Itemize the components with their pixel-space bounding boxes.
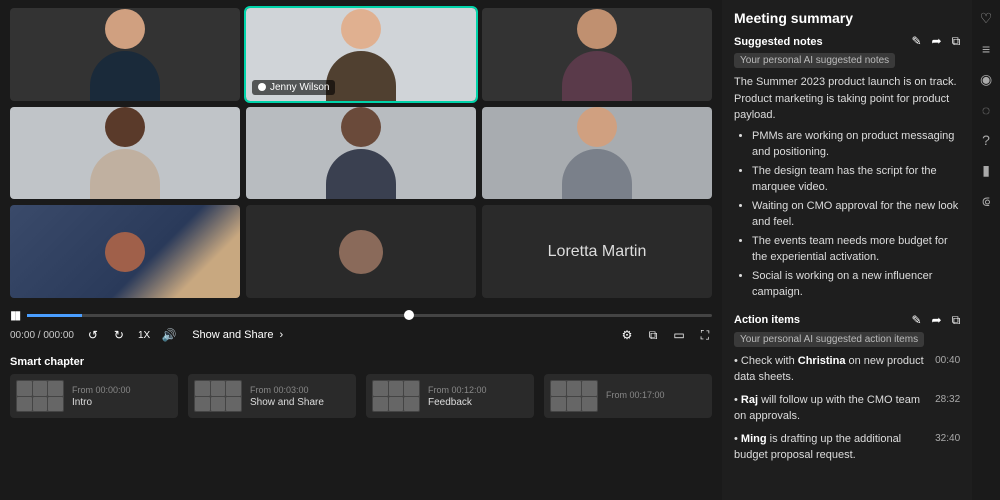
app-window: Jenny Wilson Loretta Martin ▮▮ 00:00 / 0… [0, 0, 1000, 500]
ai-notes-badge: Your personal AI suggested notes [734, 53, 895, 68]
seek-slider[interactable] [27, 314, 712, 317]
share-icon[interactable]: ➦ [932, 313, 942, 328]
summary-title: Meeting summary [734, 10, 853, 26]
chapter-from: From 00:12:00 [428, 385, 487, 395]
chapter-thumbnail [550, 380, 598, 412]
notes-paragraph: The Summer 2023 product launch is on tra… [734, 74, 960, 124]
video-grid: Jenny Wilson Loretta Martin [10, 8, 712, 298]
timeline-row: ▮▮ [10, 308, 712, 322]
chapter-thumbnail [372, 380, 420, 412]
actions-heading: Action items [734, 314, 800, 326]
chapters-heading: Smart chapter [10, 356, 712, 368]
action-item: • Check with Christina on new product da… [734, 353, 960, 386]
note-bullet: PMMs are working on product messaging an… [752, 128, 960, 161]
action-timestamp[interactable]: 28:32 [935, 392, 960, 425]
action-timestamp[interactable]: 00:40 [935, 353, 960, 386]
smart-chapters: Smart chapter From 00:00:00IntroFrom 00:… [10, 356, 712, 418]
right-rail: ♡ ≡ ◉ ◌ ? ▮ ⟃ [972, 0, 1000, 500]
note-bullet: Waiting on CMO approval for the new look… [752, 198, 960, 231]
video-tile[interactable] [10, 107, 240, 200]
edit-icon[interactable]: ✎ [911, 313, 921, 328]
video-tile[interactable] [246, 107, 476, 200]
time-display: 00:00 / 000:00 [10, 330, 74, 341]
copy-icon[interactable]: ⧉ [952, 34, 961, 49]
chapter-from: From 00:03:00 [250, 385, 324, 395]
notes-heading: Suggested notes [734, 36, 823, 48]
people-icon[interactable]: ◉ [980, 71, 992, 88]
edit-icon[interactable]: ✎ [911, 34, 921, 49]
chapter-name: Intro [72, 397, 131, 408]
chevron-right-icon: › [280, 329, 284, 341]
participant-name: Loretta Martin [548, 243, 647, 261]
stats-icon[interactable]: ▮ [982, 162, 990, 179]
help-icon[interactable]: ? [982, 132, 990, 148]
chapter-chip[interactable]: From 00:00:00 Intro [10, 374, 178, 418]
lightbulb-icon[interactable]: ♡ [980, 10, 993, 27]
speed-button[interactable]: 1X [138, 330, 150, 341]
chapter-name: Feedback [428, 397, 487, 408]
name-tag: Jenny Wilson [252, 80, 335, 95]
video-tile[interactable] [482, 107, 712, 200]
action-items-list: • Check with Christina on new product da… [734, 353, 960, 464]
settings-button[interactable]: ⚙ [620, 328, 634, 342]
mic-icon [258, 83, 266, 91]
action-item: • Ming is drafting up the additional bud… [734, 431, 960, 464]
chapter-chip[interactable]: From 00:03:00 Show and Share [188, 374, 356, 418]
video-tile[interactable] [482, 8, 712, 101]
note-bullet: Social is working on a new influencer ca… [752, 268, 960, 301]
share-icon[interactable]: ➦ [932, 34, 942, 49]
note-bullet: The design team has the script for the m… [752, 163, 960, 196]
video-tile-name-only[interactable]: Loretta Martin [482, 205, 712, 298]
chapter-thumbnail [16, 380, 64, 412]
video-tile-avatar[interactable] [246, 205, 476, 298]
chapter-chip[interactable]: From 00:17:00 [544, 374, 712, 418]
chapter-from: From 00:00:00 [72, 385, 131, 395]
chat-icon[interactable]: ◌ [982, 102, 990, 118]
chapter-from: From 00:17:00 [606, 390, 665, 400]
volume-button[interactable]: 🔊 [162, 328, 176, 342]
segment-label[interactable]: Show and Share› [192, 329, 283, 341]
list-icon[interactable]: ≡ [982, 41, 990, 57]
chapter-chip[interactable]: From 00:12:00 Feedback [366, 374, 534, 418]
pip-button[interactable]: ▭ [672, 328, 686, 342]
note-bullet: The events team needs more budget for th… [752, 233, 960, 266]
video-tile-avatar[interactable] [10, 205, 240, 298]
video-tile-active[interactable]: Jenny Wilson [246, 8, 476, 101]
avatar [105, 232, 145, 272]
action-item: • Raj will follow up with the CMO team o… [734, 392, 960, 425]
caption-button[interactable]: ⧉ [646, 328, 660, 342]
summary-panel: Meeting summary Suggested notes ✎ ➦ ⧉ Your… [722, 0, 972, 500]
chapter-name: Show and Share [250, 397, 324, 408]
forward-button[interactable]: ↻ [112, 328, 126, 342]
action-timestamp[interactable]: 32:40 [935, 431, 960, 464]
copy-icon[interactable]: ⧉ [952, 313, 961, 328]
video-tile[interactable] [10, 8, 240, 101]
pause-button[interactable]: ▮▮ [10, 308, 19, 322]
notes-list: PMMs are working on product messaging an… [734, 128, 960, 301]
main-area: Jenny Wilson Loretta Martin ▮▮ 00:00 / 0… [0, 0, 722, 500]
bookmark-icon[interactable]: ⟃ [982, 193, 990, 210]
avatar [339, 230, 383, 274]
ai-actions-badge: Your personal AI suggested action items [734, 332, 924, 347]
chapter-thumbnail [194, 380, 242, 412]
rewind-button[interactable]: ↺ [86, 328, 100, 342]
player-controls: ▮▮ 00:00 / 000:00 ↺ ↻ 1X 🔊 Show and Shar… [10, 308, 712, 342]
fullscreen-button[interactable]: ⛶ [698, 328, 712, 342]
